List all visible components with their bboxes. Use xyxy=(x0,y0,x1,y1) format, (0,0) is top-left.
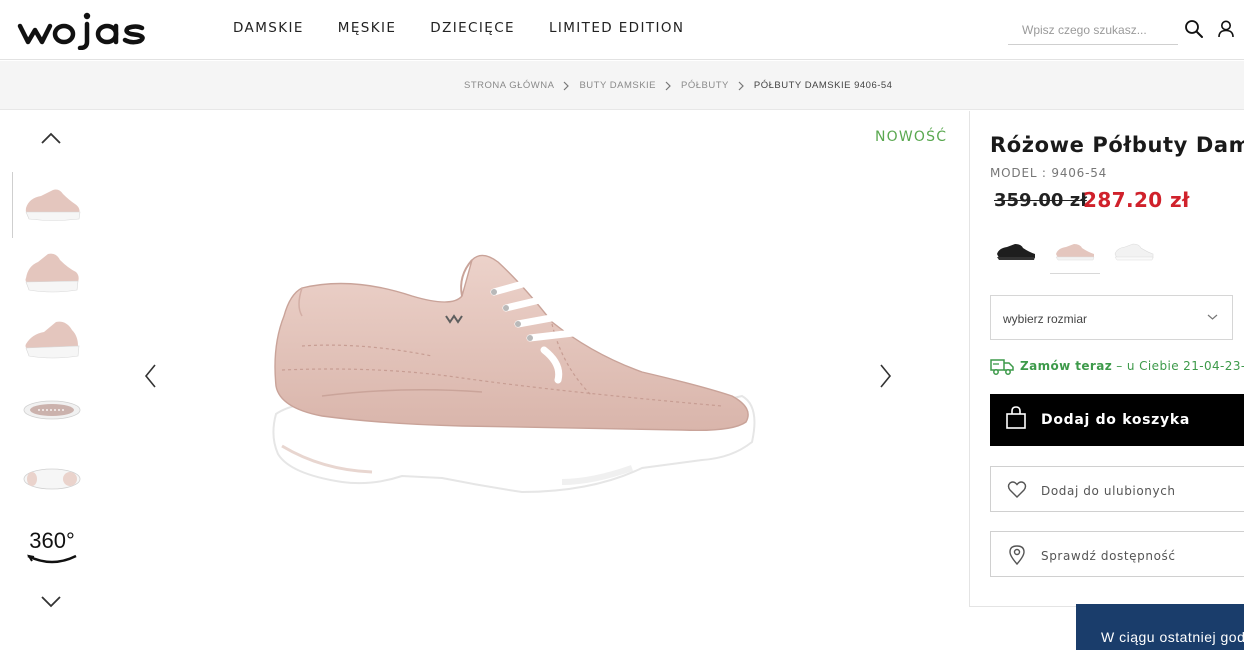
breadcrumb-home[interactable]: STRONA GŁÓWNA xyxy=(464,80,554,91)
delivery-truck-icon xyxy=(990,359,1014,375)
heart-icon xyxy=(1007,481,1027,498)
product-model: MODEL : 9406-54 xyxy=(990,166,1108,180)
price-old: 359.00 zł xyxy=(994,190,1087,211)
shoe-thumbnail-image xyxy=(25,189,81,221)
breadcrumb-buty-damskie[interactable]: BUTY DAMSKIE xyxy=(579,80,656,91)
price-new: 287.20 zł xyxy=(1083,188,1190,212)
color-swatch-black[interactable] xyxy=(991,230,1041,274)
chevron-right-icon xyxy=(665,81,671,90)
location-pin-icon xyxy=(1009,545,1025,565)
thumbnail-back-angle[interactable] xyxy=(12,306,92,372)
color-swatch-pink[interactable] xyxy=(1050,230,1100,274)
delivery-info: Zamów teraz – u Ciebie 21-04-23-04 xyxy=(1020,359,1244,373)
image-next-arrow-icon[interactable] xyxy=(874,362,896,390)
breadcrumb-current: PÓŁBUTY DAMSKIE 9406-54 xyxy=(753,80,893,91)
wojas-logo[interactable] xyxy=(16,10,172,50)
breadcrumb-polbuty[interactable]: PÓŁBUTY xyxy=(681,80,729,91)
nav-meskie[interactable]: MĘSKIE xyxy=(338,20,397,36)
shoe-thumbnail-image xyxy=(23,400,81,420)
notification-text: W ciągu ostatniej godz xyxy=(1101,629,1244,645)
search-icon[interactable] xyxy=(1184,19,1204,39)
site-header: DAMSKIE MĘSKIE DZIECIĘCE LIMITED EDITION xyxy=(0,0,1244,60)
new-badge: NOWOŚĆ xyxy=(875,129,948,145)
panel-divider xyxy=(969,111,970,607)
chevron-down-icon xyxy=(1207,314,1218,320)
product-title: Różowe Półbuty Damskie xyxy=(990,133,1244,157)
chevron-right-icon xyxy=(564,81,570,90)
shoe-swatch-image xyxy=(1114,243,1154,261)
shoe-thumbnail-image xyxy=(23,468,81,490)
breadcrumb: STRONA GŁÓWNA BUTY DAMSKIE PÓŁBUTY PÓŁBU… xyxy=(464,80,892,91)
add-to-cart-label: Dodaj do koszyka xyxy=(1041,412,1191,428)
nav-dzieciece[interactable]: DZIECIĘCE xyxy=(430,20,515,36)
delivery-date: – u Ciebie 21-04-23-04 xyxy=(1116,359,1244,373)
delivery-order-now: Zamów teraz xyxy=(1020,359,1113,373)
search-input[interactable] xyxy=(1008,16,1178,44)
nav-damskie[interactable]: DAMSKIE xyxy=(233,20,304,36)
add-to-favorites-button[interactable]: Dodaj do ulubionych xyxy=(990,466,1244,512)
main-product-image xyxy=(272,254,756,494)
rotate-360-icon: 360° xyxy=(26,528,77,564)
thumbnails-up-arrow-icon[interactable] xyxy=(38,128,64,150)
svg-text:360°: 360° xyxy=(29,528,75,553)
thumbnails-down-arrow-icon[interactable] xyxy=(38,590,64,612)
chevron-right-icon xyxy=(738,81,744,90)
thumbnail-360-view[interactable]: 360° xyxy=(12,512,92,578)
add-to-favorites-label: Dodaj do ulubionych xyxy=(1041,484,1176,498)
thumbnail-sole-view[interactable] xyxy=(12,442,92,508)
thumbnail-side[interactable] xyxy=(12,172,92,238)
user-account-icon[interactable] xyxy=(1216,19,1236,39)
activity-notification[interactable]: W ciągu ostatniej godz xyxy=(1076,604,1244,650)
thumbnail-top-view[interactable] xyxy=(12,374,92,440)
shoe-swatch-image xyxy=(1055,244,1095,261)
color-swatch-white[interactable] xyxy=(1109,230,1159,274)
main-nav: DAMSKIE MĘSKIE DZIECIĘCE LIMITED EDITION xyxy=(233,20,718,36)
nav-limited-edition[interactable]: LIMITED EDITION xyxy=(549,20,684,36)
thumbnail-front-angle[interactable] xyxy=(12,238,92,304)
check-availability-label: Sprawdź dostępność xyxy=(1041,549,1176,563)
add-to-cart-button[interactable]: Dodaj do koszyka xyxy=(990,394,1244,446)
size-select[interactable]: wybierz rozmiar xyxy=(990,295,1233,340)
shoe-swatch-image xyxy=(997,244,1035,260)
size-select-label: wybierz rozmiar xyxy=(1003,312,1088,326)
check-availability-button[interactable]: Sprawdź dostępność xyxy=(990,531,1244,577)
shoe-thumbnail-image xyxy=(25,253,79,293)
shopping-bag-icon xyxy=(1006,406,1026,429)
search-box xyxy=(1008,16,1178,45)
image-prev-arrow-icon[interactable] xyxy=(140,362,162,390)
breadcrumb-bar: STRONA GŁÓWNA BUTY DAMSKIE PÓŁBUTY PÓŁBU… xyxy=(0,61,1244,110)
shoe-thumbnail-image xyxy=(25,321,80,359)
